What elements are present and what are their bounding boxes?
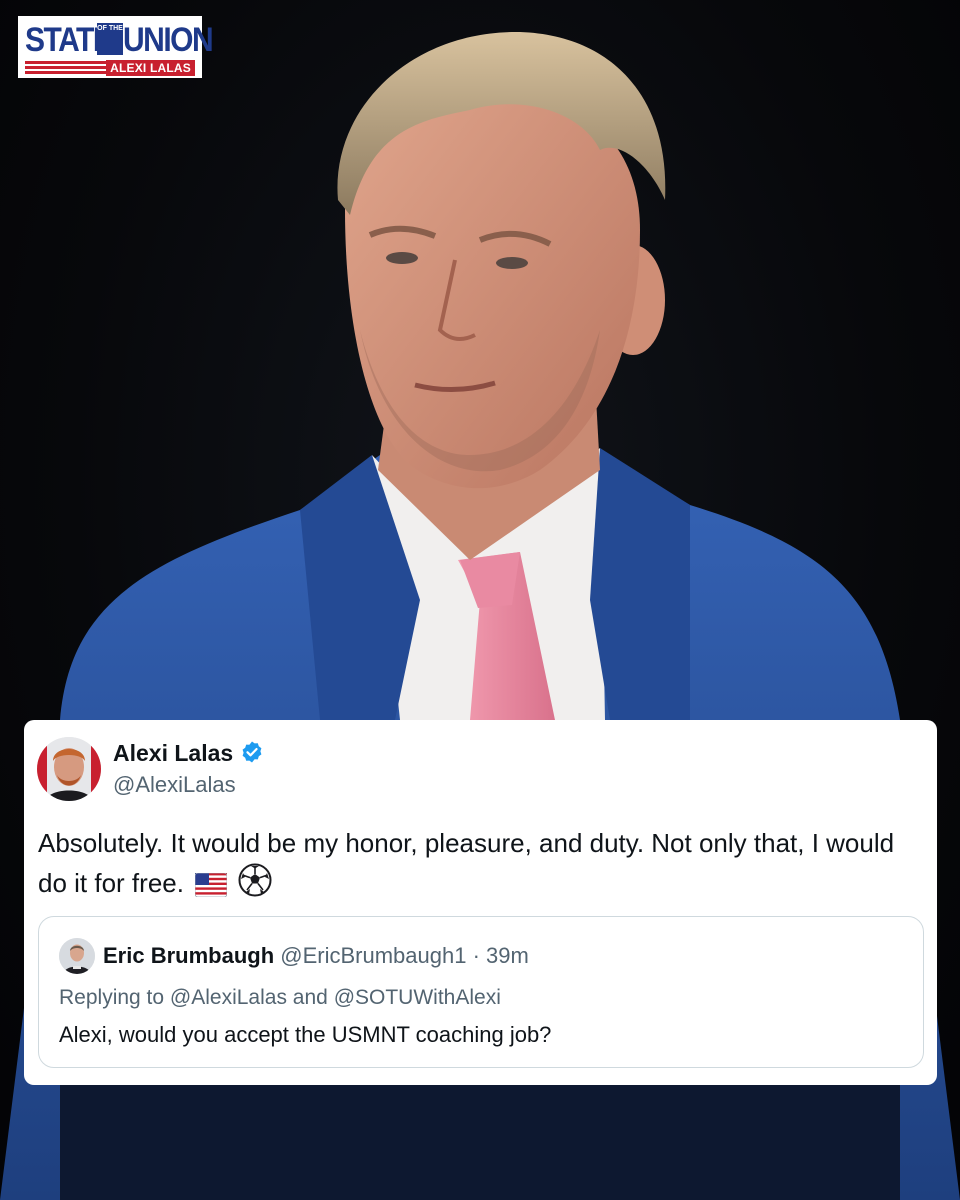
quoted-author-avatar-image xyxy=(59,938,95,974)
quoted-author-avatar[interactable] xyxy=(59,938,95,974)
tweet-card[interactable]: Alexi Lalas @AlexiLalas Absolutely. It w… xyxy=(24,720,937,1085)
replying-to-line: Replying to @AlexiLalas and @SOTUWithAle… xyxy=(59,985,501,1011)
author-avatar-image xyxy=(37,737,101,801)
quoted-author-handle[interactable]: @EricBrumbaugh1 xyxy=(280,943,466,968)
quoted-timestamp[interactable]: 39m xyxy=(486,943,529,968)
quoted-separator: · xyxy=(472,943,480,968)
show-logo: STATE OF THE UNION ALEXI LALAS xyxy=(18,16,214,78)
reply-mention-alexilalas[interactable]: @AlexiLalas xyxy=(170,986,287,1009)
logo-word-of-the: OF THE xyxy=(97,23,123,55)
author-avatar[interactable] xyxy=(37,737,101,801)
replying-to-label: Replying to xyxy=(59,986,165,1009)
us-flag-icon xyxy=(194,869,228,908)
tweet-body: Absolutely. It would be my honor, pleasu… xyxy=(38,828,895,898)
logo-host-name: ALEXI LALAS xyxy=(106,60,195,76)
author-handle[interactable]: @AlexiLalas xyxy=(113,772,236,798)
quoted-tweet-header: Eric Brumbaugh @EricBrumbaugh1 · 39m xyxy=(103,943,529,969)
reply-mention-sotuwithalexi[interactable]: @SOTUWithAlexi xyxy=(334,986,501,1009)
quoted-author-name[interactable]: Eric Brumbaugh xyxy=(103,943,274,968)
verified-badge-icon xyxy=(240,740,264,764)
logo-word-union: UNION xyxy=(123,21,214,59)
reply-and-label: and xyxy=(292,986,328,1009)
quoted-tweet[interactable]: Eric Brumbaugh @EricBrumbaugh1 · 39m Rep… xyxy=(38,916,924,1068)
quoted-tweet-text: Alexi, would you accept the USMNT coachi… xyxy=(59,1022,552,1047)
author-name[interactable]: Alexi Lalas xyxy=(113,740,233,766)
soccer-ball-icon xyxy=(238,863,272,908)
tweet-text: Absolutely. It would be my honor, pleasu… xyxy=(38,824,918,908)
